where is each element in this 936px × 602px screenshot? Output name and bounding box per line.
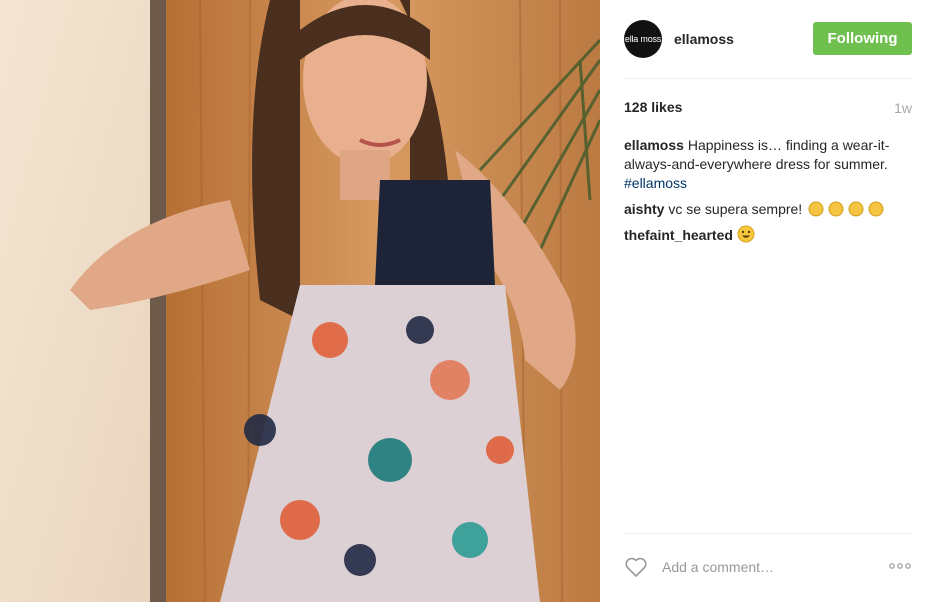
post-header: ella moss ellamoss Following (624, 18, 912, 60)
comment-item: aishty vc se supera sempre! (624, 199, 914, 219)
comment-footer (624, 552, 912, 582)
more-options-icon[interactable] (888, 560, 912, 572)
add-comment-input[interactable] (660, 558, 874, 576)
comment-text: vc se supera sempre! (664, 201, 803, 217)
post-details: ella moss ellamoss Following 128 likes 1… (600, 0, 936, 602)
comments-list: ellamoss Happiness is… finding a wear-it… (624, 136, 914, 251)
photo-image (0, 0, 600, 602)
clapping-hands-icon (806, 199, 886, 217)
heart-outline-icon[interactable] (624, 556, 648, 578)
avatar[interactable]: ella moss (624, 20, 662, 58)
post-photo[interactable] (0, 0, 600, 602)
comment-author[interactable]: thefaint_hearted (624, 227, 733, 243)
header-divider (624, 78, 912, 79)
caption-author[interactable]: ellamoss (624, 137, 684, 153)
likes-count[interactable]: 128 likes (624, 99, 682, 115)
post-age[interactable]: 1w (894, 100, 912, 116)
header-username[interactable]: ellamoss (674, 31, 734, 47)
footer-divider (624, 533, 912, 534)
caption-hashtag[interactable]: #ellamoss (624, 175, 687, 191)
comment-item: thefaint_hearted (624, 225, 914, 245)
smiling-face-icon (737, 225, 755, 243)
comment-author[interactable]: aishty (624, 201, 664, 217)
following-button[interactable]: Following (813, 22, 912, 55)
caption: ellamoss Happiness is… finding a wear-it… (624, 136, 914, 193)
